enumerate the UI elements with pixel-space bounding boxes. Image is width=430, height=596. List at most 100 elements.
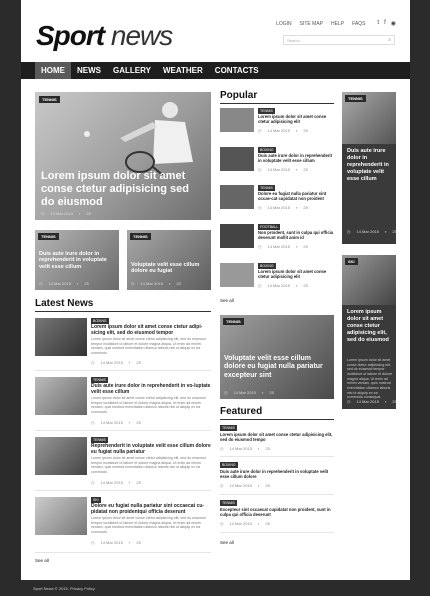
popular-comments: 25 [303,167,308,172]
clock-icon: ◷ [258,283,262,288]
clock-icon: ◷ [91,420,95,425]
clock-icon: ◷ [39,281,43,286]
page: Sport news LOGIN SITE MAP HELP FAQS t f … [21,0,410,580]
popular-title[interactable]: Duis aute irure dolor in reprehenderit i… [258,153,334,164]
featured-meta: ◷ 14 Mar 2015 ▪ 25 [220,483,270,488]
latest-title[interactable]: Duis aute irure dolor in reprehenderit i… [91,383,211,396]
small-feature-comments: 25 [176,281,181,286]
clock-icon: ◷ [220,483,224,488]
divider [35,490,211,491]
top-links: LOGIN SITE MAP HELP FAQS t f ◉ [276,20,396,27]
clock-icon: ◷ [258,128,262,133]
latest-thumb[interactable] [35,377,87,415]
small-feature-date: 14 Mar 2015 [48,281,71,286]
comment-icon: ▪ [128,480,131,485]
popular-title[interactable]: Lorem ipsum dolor sit amet conse ctetur … [258,269,334,280]
latest-date: 14 Mar 2015 [100,420,123,425]
latest-thumb[interactable] [35,497,87,535]
popular-see-all-link[interactable]: See all [220,298,234,303]
latest-meta: ◷ 14 Mar 2015 ▪ 25 [91,540,141,545]
footer-copyright: Sport News © 2015. Privacy Policy [33,586,95,591]
nav-gallery[interactable]: GALLERY [107,62,157,79]
latest-title[interactable]: Reprehenderit in voluptate velit esse ci… [91,443,211,456]
footer: Sport News © 2015. Privacy Policy [0,580,430,596]
hero-image[interactable]: TENNIS Lorem ipsum dolor sit amet conse … [35,92,211,220]
latest-date: 14 Mar 2015 [100,360,123,365]
latest-date: 14 Mar 2015 [100,540,123,545]
featured-rule [220,419,334,420]
featured-see-all-link[interactable]: See all [220,540,234,545]
latest-thumb[interactable] [35,318,87,356]
popular-thumb[interactable] [220,147,254,171]
latest-title[interactable]: Lorem ipsum dolor sit amet conse ctetur … [91,324,211,337]
mid-feature-comments: 25 [269,390,274,395]
nav-weather[interactable]: WEATHER [157,62,209,79]
search-icon[interactable]: ⌕ [388,37,391,43]
clock-icon: ◷ [258,167,262,172]
small-feature-2[interactable]: TENNIS Voluptate velit esse cillum dolor… [127,230,211,290]
logo-thin: news [110,20,173,51]
featured-title[interactable]: Lorem ipsum dolor sit amet conse ctetur … [220,432,334,443]
nav-news[interactable]: NEWS [71,62,107,79]
popular-title[interactable]: Non proident, sunt in culpa qui officia … [258,230,334,241]
latest-text: Lorem ipsum dolor sit amet conse ctetur … [91,456,206,475]
popular-comments: 25 [303,244,308,249]
featured-title[interactable]: Excepteur sint occaecat cupidatat non pr… [220,507,334,518]
latest-meta: ◷ 14 Mar 2015 ▪ 25 [91,420,141,425]
facebook-icon[interactable]: f [384,20,386,27]
mid-feature-image[interactable]: TENNIS Voluptate velit esse cillum dolor… [220,315,334,399]
latest-comments: 25 [136,540,141,545]
latest-thumb[interactable] [35,437,87,475]
nav-contacts[interactable]: CONTACTS [209,62,265,79]
popular-meta: ◷ 14 Mar 2015 ▪ 25 [258,283,308,288]
popular-meta: ◷ 14 Mar 2015 ▪ 25 [258,128,308,133]
small-feature-1[interactable]: TENNIS Duis aute irure dolor in reprehen… [35,230,119,290]
featured-comments: 25 [265,446,270,451]
popular-title[interactable]: Dolore eu fugiat nulla pariatur sint occ… [258,191,334,202]
login-link[interactable]: LOGIN [276,21,292,27]
latest-meta: ◷ 14 Mar 2015 ▪ 25 [91,360,141,365]
clock-icon: ◷ [220,446,224,451]
latest-news-rule [35,311,211,312]
popular-thumb[interactable] [220,185,254,209]
featured-tag: TENNIS [220,425,237,431]
latest-see-all-link[interactable]: See all [35,558,49,563]
popular-thumb[interactable] [220,108,254,132]
side-card-tag: TENNIS [345,95,366,102]
help-link[interactable]: HELP [331,21,344,27]
small-feature-title: Duis aute irure dolor in reprehenderit i… [39,251,107,270]
side-card-tag: SKI [345,258,358,265]
featured-title[interactable]: Duis aute irure dolor in reprehenderit i… [220,469,334,480]
comment-icon: ▪ [76,281,79,286]
side-card-1[interactable]: TENNIS Duis aute irure dolor in reprehen… [342,92,397,244]
latest-date: 14 Mar 2015 [100,480,123,485]
popular-title[interactable]: Lorem ipsum dolor sit amet conse ctetur … [258,114,334,125]
comment-icon: ▪ [384,229,387,234]
faqs-link[interactable]: FAQS [352,21,365,27]
twitter-icon[interactable]: t [377,20,379,27]
sitemap-link[interactable]: SITE MAP [300,21,323,27]
latest-comments: 25 [136,480,141,485]
hero-title[interactable]: Lorem ipsum dolor sit amet conse ctetur … [41,170,201,209]
clock-icon: ◷ [91,360,95,365]
nav-home[interactable]: HOME [35,62,71,79]
rss-icon[interactable]: ◉ [391,20,396,27]
latest-title[interactable]: Dolore eu fugiat nulla pariatur sint occ… [91,503,211,516]
popular-thumb[interactable] [220,224,254,248]
comment-icon: ▪ [257,521,260,526]
comment-icon: ▪ [78,211,81,216]
popular-comments: 25 [303,283,308,288]
hero-date: 14 Mar 2015 [50,211,73,216]
divider [35,552,211,553]
featured-heading: Featured [220,406,263,417]
mid-feature-date: 14 Mar 2015 [233,390,256,395]
popular-thumb[interactable] [220,263,254,287]
latest-text: Lorem ipsum dolor sit amet conse ctetur … [91,516,206,535]
side-card-2[interactable]: SKI Lorem ipsum dolor sit amet conse cte… [342,255,397,409]
popular-rule [220,103,334,104]
search-input[interactable]: Search... ⌕ [283,35,395,45]
side-card-comments: 25 [392,229,397,234]
side-card-title: Lorem ipsum dolor sit amet conse ctetur … [347,309,389,343]
logo[interactable]: Sport news [36,20,173,52]
side-card-meta: ◷ 14 Mar 2015 ▪ 25 [347,399,397,404]
